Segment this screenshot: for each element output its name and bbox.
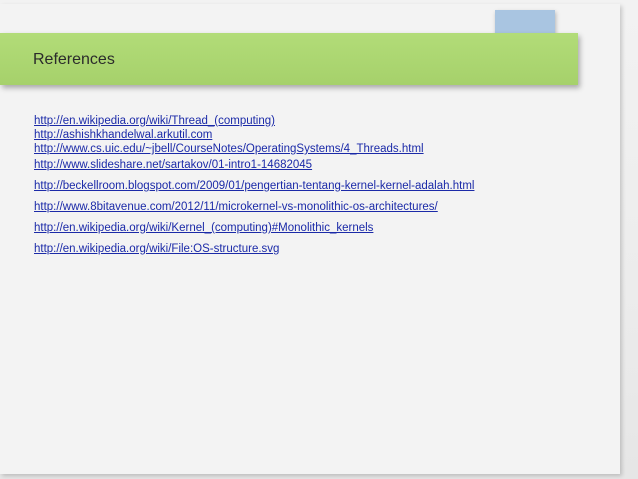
reference-link-kernel-computing[interactable]: http://en.wikipedia.org/wiki/Kernel_(com… (34, 222, 614, 234)
slide-title: References (33, 51, 115, 68)
reference-link-beckellroom[interactable]: http://beckellroom.blogspot.com/2009/01/… (34, 180, 614, 192)
reference-link-os-structure[interactable]: http://en.wikipedia.org/wiki/File:OS-str… (34, 243, 614, 255)
reference-link-thread-computing[interactable]: http://en.wikipedia.org/wiki/Thread_(com… (34, 115, 614, 127)
slide: References http://en.wikipedia.org/wiki/… (0, 0, 638, 479)
reference-link-8bitavenue[interactable]: http://www.8bitavenue.com/2012/11/microk… (34, 201, 614, 213)
reference-link-ashishkhandelwal[interactable]: http://ashishkhandelwal.arkutil.com (34, 129, 614, 141)
reference-link-slideshare[interactable]: http://www.slideshare.net/sartakov/01-in… (34, 159, 614, 171)
reference-list: http://en.wikipedia.org/wiki/Thread_(com… (34, 115, 614, 255)
reference-link-uic-threads[interactable]: http://www.cs.uic.edu/~jbell/CourseNotes… (34, 143, 614, 155)
